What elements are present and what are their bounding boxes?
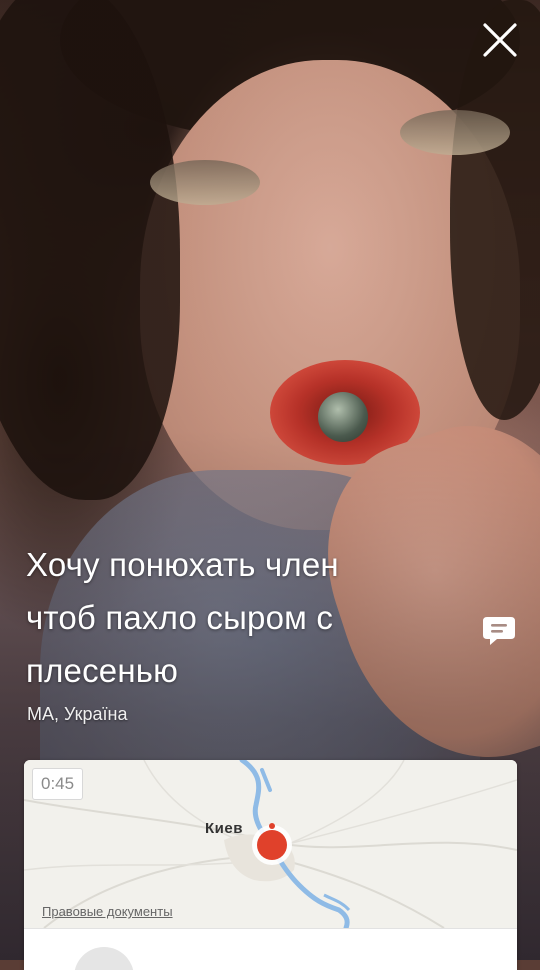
post-location: МА, Україна: [27, 704, 128, 724]
post-text-line: чтоб пахло сыром с: [26, 599, 334, 636]
avatar[interactable]: [74, 947, 134, 970]
time-badge: 0:45: [32, 768, 84, 800]
close-button[interactable]: [474, 14, 526, 66]
legal-documents-link[interactable]: Правовые документы: [42, 904, 173, 919]
map-card[interactable]: 0:45 Киев Правовые документы: [24, 760, 517, 970]
comment-button[interactable]: [478, 610, 520, 652]
map-marker-icon: [252, 823, 292, 865]
map-city-label: Киев: [205, 820, 243, 837]
post-text-line: Хочу понюхать член: [26, 546, 339, 583]
close-icon: [483, 23, 517, 57]
card-footer: [24, 928, 517, 970]
chat-bubble-icon: [483, 617, 515, 645]
post-text: Хочу понюхать член чтоб пахло сыром с пл…: [26, 538, 446, 697]
post-text-line: плесенью: [26, 652, 179, 689]
